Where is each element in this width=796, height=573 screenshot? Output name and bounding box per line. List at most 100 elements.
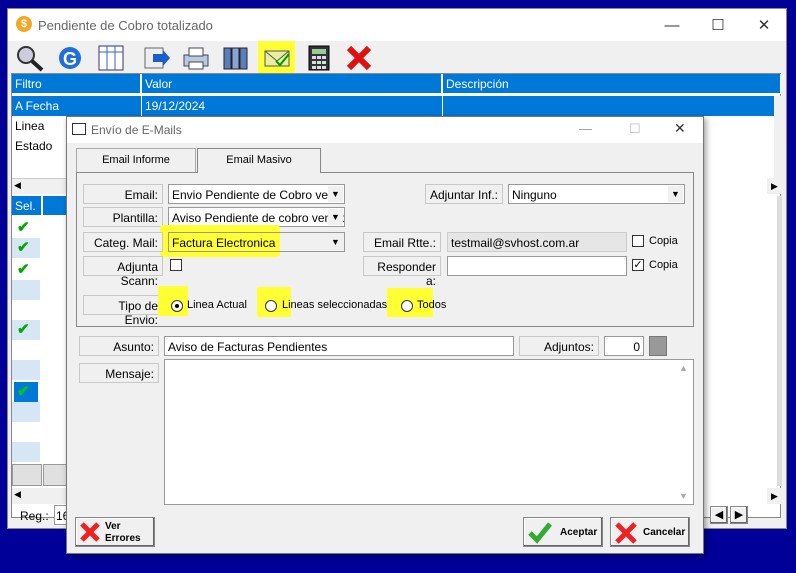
svg-text:G: G [63, 49, 77, 69]
column-header-descripcion[interactable]: Descripción [443, 74, 781, 94]
close-button[interactable]: ✕ [741, 9, 787, 41]
radio-linea-actual-label[interactable]: Linea Actual [187, 299, 247, 311]
calculator-icon[interactable] [300, 42, 337, 73]
toolbar: G [8, 41, 786, 74]
grid-hscrollbar[interactable]: ◀ [12, 178, 72, 194]
copia-checkbox-1[interactable] [632, 235, 644, 247]
columns-icon[interactable] [92, 42, 129, 73]
adjuntos-button[interactable] [649, 336, 667, 356]
email-rtte-field[interactable]: testmail@svhost.com.ar [447, 232, 627, 252]
email-select[interactable]: Envio Pendiente de Cobro vencid ▼ [168, 184, 345, 204]
scroll-up-icon[interactable]: ▲ [679, 363, 688, 373]
check-icon[interactable]: ✔ [12, 260, 40, 280]
grid-scrollbar[interactable] [774, 96, 782, 178]
email-label: Email: [83, 184, 163, 204]
radio-linea-actual[interactable] [171, 300, 183, 312]
categ-mail-label: Categ. Mail: [83, 232, 163, 252]
grid-hscrollbar-2[interactable]: ◀ [12, 488, 72, 504]
chevron-down-icon: ▼ [328, 234, 343, 250]
prev-icon[interactable]: ◀ [710, 506, 728, 524]
email-dialog: Envío de E-Mails — ☐ ✕ Email Informe Ema… [66, 116, 704, 554]
row-cell [12, 402, 40, 422]
exit-icon[interactable] [340, 42, 377, 73]
dialog-maximize-button[interactable]: ☐ [629, 121, 641, 137]
dialog-title: Envío de E-Mails [91, 123, 182, 137]
adjuntos-count: 0 [604, 336, 644, 356]
plantilla-label: Plantilla: [83, 207, 163, 227]
grid-scrollbar-2[interactable] [777, 196, 782, 486]
table-cell[interactable]: Linea [12, 116, 72, 136]
aceptar-button[interactable]: Aceptar [523, 517, 603, 547]
export-icon[interactable] [137, 42, 174, 73]
aceptar-label: Aceptar [560, 527, 598, 538]
ver-label: Ver [105, 521, 121, 532]
radio-todos-label[interactable]: Todos [417, 299, 446, 311]
column-header-sel[interactable]: Sel. [12, 196, 42, 216]
scroll-right-arrow-icon[interactable]: ▶ [767, 488, 782, 504]
cancel-x-icon [615, 522, 637, 544]
app-icon: $ [16, 16, 32, 32]
copia-label-2: Copia [649, 259, 678, 271]
error-x-icon [80, 522, 100, 542]
adjunta-scann-label: Adjunta Scann: [83, 256, 163, 288]
radio-todos[interactable] [401, 300, 413, 312]
mensaje-label: Mensaje: [79, 363, 159, 383]
dialog-icon [72, 123, 86, 135]
print-icon[interactable] [177, 42, 214, 73]
copia-checkbox-2[interactable]: ✓ [632, 259, 644, 271]
adjunta-scann-checkbox[interactable] [170, 259, 182, 271]
dialog-close-button[interactable]: ✕ [674, 120, 686, 137]
email-icon[interactable] [258, 41, 295, 74]
table-cell[interactable] [443, 96, 778, 116]
ver-errores-button[interactable]: Ver Errores [75, 517, 155, 547]
check-icon[interactable]: ✔ [12, 320, 40, 340]
scroll-right-arrow-icon[interactable]: ▶ [767, 178, 782, 194]
radio-lineas-seleccionadas[interactable] [265, 300, 277, 312]
dialog-minimize-button[interactable]: — [579, 121, 592, 136]
adjuntos-label: Adjuntos: [519, 336, 599, 356]
mensaje-textarea[interactable] [164, 359, 694, 505]
minimize-button[interactable]: — [649, 9, 695, 41]
table-cell[interactable]: 19/12/2024 [142, 96, 442, 116]
cancelar-label: Cancelar [643, 527, 686, 538]
tab-email-informe[interactable]: Email Informe [76, 148, 196, 172]
chevron-down-icon: ▼ [328, 209, 343, 225]
scroll-down-icon[interactable]: ▼ [679, 491, 688, 501]
asunto-field[interactable]: Aviso de Facturas Pendientes [164, 336, 514, 356]
adjuntar-inf-select[interactable]: Ninguno ▼ [508, 184, 685, 204]
responder-a-label: Responder a: [363, 256, 441, 288]
adjuntar-inf-label: Adjuntar Inf.: [425, 184, 503, 204]
grid-footer-cell [12, 464, 42, 486]
chevron-down-icon: ▼ [668, 186, 683, 202]
main-title-bar: $ Pendiente de Cobro totalizado — ☐ ✕ [8, 9, 786, 41]
table-cell[interactable]: Estado [12, 136, 72, 156]
tipo-envio-label: Tipo de Envio: [83, 295, 163, 327]
check-icon-selected[interactable]: ✔ [14, 382, 38, 402]
row-cell [12, 280, 40, 300]
copia-label-1: Copia [649, 235, 678, 247]
categ-mail-select[interactable]: Factura Electronica ▼ [168, 232, 345, 252]
email-rtte-label: Email Rtte.: [363, 232, 441, 252]
tab-email-masivo[interactable]: Email Masivo [197, 148, 321, 173]
cancelar-button[interactable]: Cancelar [610, 517, 690, 547]
next-icon[interactable]: ▶ [730, 506, 748, 524]
column-header-valor[interactable]: Valor [142, 74, 442, 94]
plantilla-select[interactable]: Aviso Pendiente de cobro vencid ▼ [168, 207, 345, 227]
dialog-title-bar: Envío de E-Mails — ☐ ✕ [67, 117, 703, 143]
search-icon[interactable] [11, 42, 48, 73]
books-icon[interactable] [217, 42, 254, 73]
radio-lineas-sel-label[interactable]: Lineas seleccionadas [282, 299, 387, 311]
column-header-filtro[interactable]: Filtro [12, 74, 141, 94]
maximize-button[interactable]: ☐ [695, 9, 741, 41]
errores-label: Errores [105, 533, 141, 544]
check-icon[interactable]: ✔ [12, 218, 40, 238]
row-cell [12, 442, 40, 462]
refresh-icon[interactable]: G [51, 42, 88, 73]
chevron-down-icon: ▼ [328, 186, 343, 202]
check-icon [528, 522, 552, 544]
check-icon[interactable]: ✔ [12, 238, 40, 258]
table-cell[interactable]: A Fecha [12, 96, 141, 116]
responder-a-field[interactable] [447, 256, 627, 276]
asunto-label: Asunto: [79, 336, 159, 356]
row-cell [12, 360, 40, 380]
